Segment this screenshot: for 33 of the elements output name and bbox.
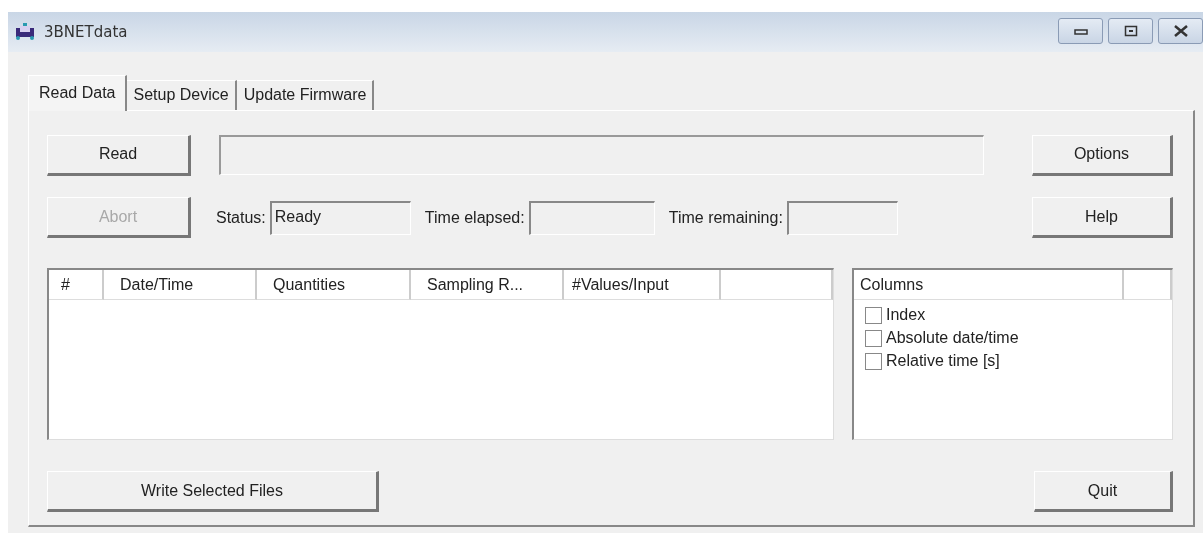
close-icon	[1172, 25, 1189, 37]
maximize-button[interactable]	[1108, 18, 1153, 44]
quit-button[interactable]: Quit	[1034, 471, 1173, 512]
checkbox[interactable]	[865, 306, 882, 324]
column-header[interactable]: #Values/Input	[564, 270, 721, 300]
column-header[interactable]: Columns	[854, 270, 1124, 300]
tab[interactable]: Update Firmware	[236, 80, 375, 110]
tab[interactable]: Setup Device	[126, 80, 237, 110]
minimize-icon	[1073, 27, 1088, 35]
field-label: Status:	[216, 208, 266, 227]
options-button[interactable]: Options	[1032, 134, 1173, 176]
maximize-icon	[1123, 25, 1138, 37]
field-label: Time remaining:	[668, 208, 783, 227]
app-icon	[14, 23, 36, 41]
column-header	[1124, 270, 1172, 300]
minimize-button[interactable]	[1058, 18, 1103, 44]
field-label: Time elapsed:	[424, 208, 525, 227]
write-files-button[interactable]: Write Selected Files	[47, 471, 379, 512]
read-button[interactable]: Read	[47, 134, 191, 176]
tab[interactable]: Read Data	[28, 75, 127, 111]
checkbox[interactable]	[865, 329, 882, 347]
window-title: 3BNETdata	[44, 23, 128, 41]
checkbox-label: Index	[886, 306, 926, 324]
readonly-field: Ready	[269, 200, 411, 235]
checkbox-label: Absolute date/time	[886, 329, 1019, 347]
column-header[interactable]: Quantities	[257, 270, 411, 300]
checkbox[interactable]	[865, 352, 882, 370]
checkbox-label: Relative time [s]	[886, 352, 1000, 370]
column-header[interactable]: Sampling R...	[411, 270, 564, 300]
close-button[interactable]	[1158, 18, 1203, 44]
column-header[interactable]: #	[49, 270, 104, 300]
help-button[interactable]: Help	[1032, 197, 1173, 238]
column-header[interactable]: Date/Time	[104, 270, 257, 300]
